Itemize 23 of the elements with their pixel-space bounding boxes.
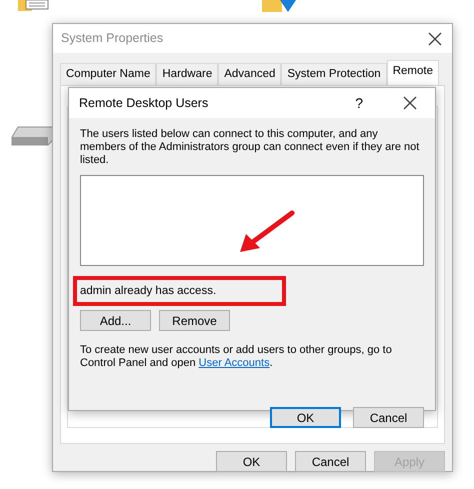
folder-icon[interactable] — [18, 0, 50, 11]
close-icon[interactable] — [426, 30, 444, 48]
dialog-title: Remote Desktop Users — [79, 94, 208, 112]
tab[interactable]: System Protection — [281, 63, 387, 86]
tab[interactable]: Computer Name — [60, 63, 156, 86]
user-accounts-link[interactable]: User Accounts — [198, 357, 270, 369]
intro-text: The users listed below can connect to this computer, and any members of the Administrators group can connect even if they are not listed. — [80, 128, 420, 167]
button[interactable]: Cancel — [295, 451, 366, 472]
user-list[interactable] — [80, 175, 424, 266]
button[interactable]: Add... — [80, 310, 151, 331]
button[interactable]: OK — [270, 407, 341, 428]
button[interactable]: Cancel — [353, 407, 424, 428]
footer-text: To create new user accounts or add users to other groups, go to Control Panel and open User Accounts. — [80, 344, 393, 370]
button[interactable]: OK — [216, 451, 287, 472]
drive-icon[interactable] — [10, 125, 54, 147]
help-button[interactable]: ? — [355, 92, 363, 114]
folder-icon[interactable] — [262, 0, 298, 14]
tab[interactable]: Remote — [386, 60, 439, 86]
button[interactable]: Remove — [159, 310, 230, 331]
close-icon[interactable] — [401, 94, 419, 112]
tab[interactable]: Advanced — [218, 63, 282, 86]
tab[interactable]: Hardware — [156, 63, 218, 86]
window-title: System Properties — [61, 30, 164, 48]
